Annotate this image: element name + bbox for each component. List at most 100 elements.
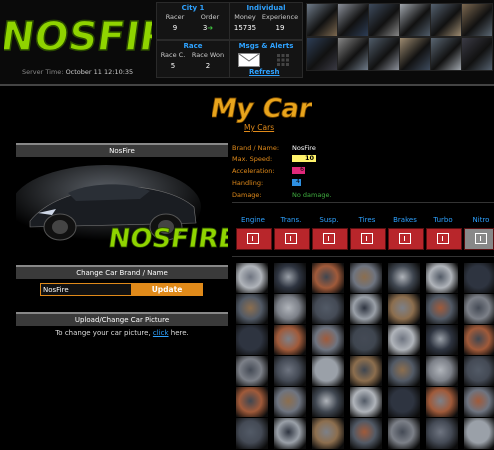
race-box: Race Race C. Race Won 5 2	[156, 40, 230, 78]
part-image-tile[interactable]	[387, 262, 421, 295]
stats-divider	[232, 202, 494, 203]
header-thumbnail[interactable]	[461, 37, 493, 71]
handling-value: 4	[296, 178, 300, 185]
part-image-tile[interactable]	[235, 324, 269, 357]
part-image-tile[interactable]	[425, 293, 459, 326]
part-button-0[interactable]	[236, 228, 272, 250]
part-image-tile[interactable]	[235, 417, 269, 450]
upload-click-link[interactable]: click	[153, 329, 169, 337]
part-button-3[interactable]	[350, 228, 386, 250]
header-thumbnail[interactable]	[306, 37, 338, 71]
part-image-tile[interactable]	[387, 293, 421, 326]
part-image-tile[interactable]	[387, 355, 421, 388]
header-thumbnail[interactable]	[430, 3, 462, 37]
part-image-tile[interactable]	[273, 386, 307, 419]
part-image-tile[interactable]	[463, 386, 494, 419]
part-image-tile[interactable]	[387, 417, 421, 450]
upload-picture-title: Upload/Change Car Picture	[16, 312, 228, 326]
part-image-tile[interactable]	[311, 293, 345, 326]
part-image-tile[interactable]	[349, 262, 383, 295]
race-count-label: Race C.	[160, 51, 186, 59]
part-image-tile[interactable]	[349, 355, 383, 388]
part-image-tile[interactable]	[349, 324, 383, 357]
damage-value: No damage.	[292, 191, 332, 199]
part-image-tile[interactable]	[387, 324, 421, 357]
car-image: NOSFIRE	[16, 157, 228, 255]
header-thumbnail[interactable]	[399, 37, 431, 71]
server-time: Server Time: October 11 12:10:35	[22, 68, 133, 76]
header-thumbnail[interactable]	[337, 3, 369, 37]
part-image-tile[interactable]	[349, 386, 383, 419]
part-image-tile[interactable]	[349, 293, 383, 326]
order-label: Order	[200, 13, 220, 21]
part-image-tile[interactable]	[311, 417, 345, 450]
page-title-text: My Car	[212, 94, 312, 124]
upload-instructions: To change your car picture, click here.	[16, 329, 228, 337]
server-time-value: October 11 12:10:35	[65, 68, 134, 76]
part-image-tile[interactable]	[425, 355, 459, 388]
my-cars-link[interactable]: My Cars	[244, 123, 274, 132]
part-button-5[interactable]	[426, 228, 462, 250]
individual-box: Individual Money Experience 15735 19	[229, 2, 303, 40]
part-image-tile[interactable]	[425, 262, 459, 295]
part-image-tile[interactable]	[463, 324, 494, 357]
part-image-tile[interactable]	[311, 324, 345, 357]
refresh-link[interactable]: Refresh	[249, 68, 280, 76]
part-image-tile[interactable]	[235, 262, 269, 295]
part-image-tile[interactable]	[425, 324, 459, 357]
header-thumbnail[interactable]	[399, 3, 431, 37]
part-image-tile[interactable]	[463, 262, 494, 295]
part-button-1[interactable]	[274, 228, 310, 250]
part-image-tile[interactable]	[235, 386, 269, 419]
part-image-tile[interactable]	[311, 386, 345, 419]
part-image-tile[interactable]	[311, 262, 345, 295]
nosfire-logo[interactable]: NOSFIRE	[4, 2, 152, 64]
header-thumbnail[interactable]	[306, 3, 338, 37]
car-name-input[interactable]	[40, 283, 134, 296]
page-title: My Car	[212, 94, 312, 124]
part-image-tile[interactable]	[311, 355, 345, 388]
part-button-2[interactable]	[312, 228, 348, 250]
race-won-label: Race Won	[191, 51, 225, 59]
header-thumbnail[interactable]	[337, 37, 369, 71]
race-won-value: 2	[205, 62, 211, 70]
header-thumbnail[interactable]	[368, 3, 400, 37]
part-image-tile[interactable]	[273, 417, 307, 450]
part-install-icon	[285, 233, 297, 244]
header-thumbnail[interactable]	[368, 37, 400, 71]
part-image-tile[interactable]	[273, 355, 307, 388]
parts-divider	[232, 256, 494, 257]
part-label-0: Engine	[241, 216, 265, 224]
update-button[interactable]: Update	[131, 283, 203, 296]
part-image-tile[interactable]	[463, 293, 494, 326]
part-image-tile[interactable]	[463, 355, 494, 388]
acceleration-label: Acceleration:	[232, 167, 275, 175]
part-image-tile[interactable]	[463, 417, 494, 450]
part-image-tile[interactable]	[425, 417, 459, 450]
acceleration-bar: 6	[292, 166, 305, 174]
racer-label: Racer	[165, 13, 185, 21]
alerts-grid-icon[interactable]	[276, 53, 290, 67]
part-image-tile[interactable]	[273, 324, 307, 357]
part-button-4[interactable]	[388, 228, 424, 250]
logo-text: NOSFIRE	[4, 14, 152, 60]
envelope-icon[interactable]	[238, 53, 260, 67]
part-install-icon	[475, 233, 487, 244]
part-install-icon	[323, 233, 335, 244]
part-button-6[interactable]	[464, 228, 494, 250]
part-image-tile[interactable]	[235, 293, 269, 326]
part-image-tile[interactable]	[273, 293, 307, 326]
part-label-6: Nitro	[472, 216, 490, 224]
part-image-tile[interactable]	[425, 386, 459, 419]
money-label: Money	[234, 13, 256, 21]
part-image-tile[interactable]	[273, 262, 307, 295]
header-thumbnail[interactable]	[461, 3, 493, 37]
part-image-tile[interactable]	[349, 417, 383, 450]
car-panel-title: NosFire	[16, 143, 228, 157]
header-thumbnail[interactable]	[430, 37, 462, 71]
part-image-tile[interactable]	[235, 355, 269, 388]
part-image-tile[interactable]	[387, 386, 421, 419]
part-install-icon	[437, 233, 449, 244]
city-title: City 1	[181, 4, 205, 12]
messages-title: Msgs & Alerts	[238, 42, 294, 50]
